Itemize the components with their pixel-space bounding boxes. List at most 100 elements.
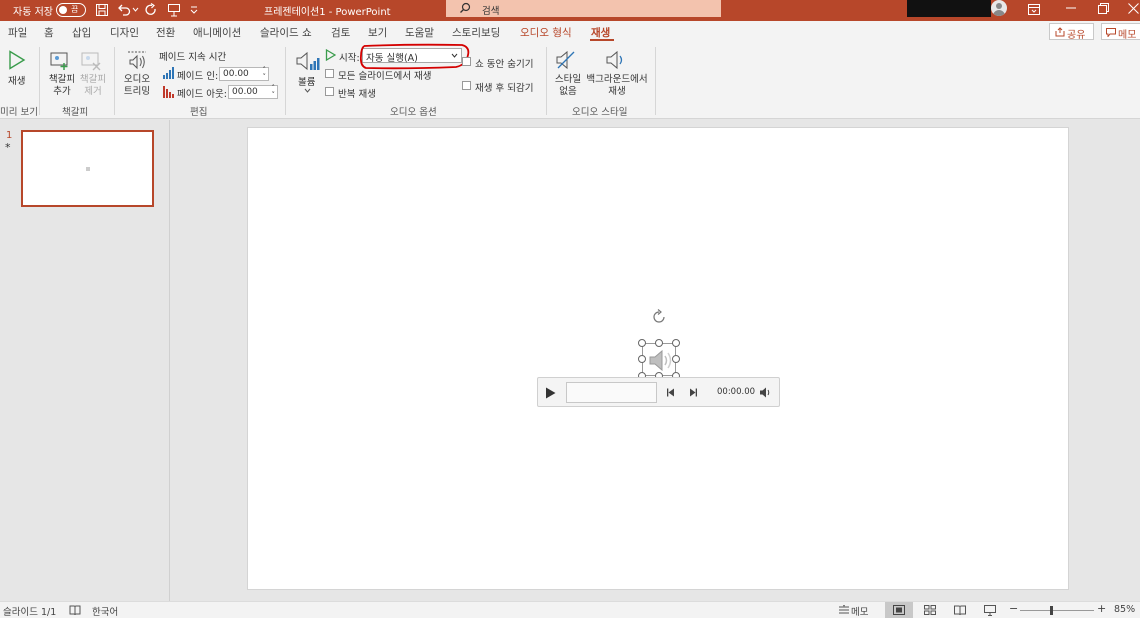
- audio-trim-button[interactable]: 오디오 트리밍: [121, 74, 153, 98]
- search-box[interactable]: 검색: [446, 0, 721, 17]
- tab-file[interactable]: 파일: [8, 25, 27, 40]
- save-icon[interactable]: [95, 3, 109, 17]
- fade-duration-label: 페이드 지속 시간: [159, 52, 227, 63]
- volume-dropdown-icon[interactable]: [304, 88, 311, 93]
- tab-insert[interactable]: 삽입: [72, 25, 91, 40]
- tab-audio-format[interactable]: 오디오 형식: [520, 25, 572, 40]
- play-in-background-icon[interactable]: [605, 49, 627, 71]
- fade-in-label: 페이드 인:: [177, 71, 219, 82]
- presentation-icon[interactable]: [167, 3, 181, 17]
- reading-view-icon[interactable]: [954, 605, 966, 615]
- play-across-slides-checkbox[interactable]: [325, 69, 334, 78]
- remove-bookmark-icon: [81, 52, 101, 71]
- zoom-in-button[interactable]: +: [1097, 602, 1106, 615]
- tab-animations[interactable]: 애니메이션: [193, 25, 241, 40]
- loop-label: 반복 재생: [338, 89, 376, 100]
- remove-bookmark-button: 책갈피 제거: [79, 74, 107, 97]
- accessibility-icon[interactable]: [69, 605, 81, 616]
- audio-player-bar: 00:00.00: [537, 377, 780, 407]
- play-in-background-button[interactable]: 백그라운드에서 재생: [585, 74, 649, 98]
- bookmarks-group-label: 책갈피: [62, 107, 89, 118]
- resize-handle[interactable]: [638, 339, 646, 347]
- normal-view-button[interactable]: [885, 602, 913, 618]
- undo-icon[interactable]: [117, 3, 131, 17]
- ribbon-playback: 재생 미리 보기 책갈피 추가 책갈피 제거 책갈피 오디오 트리밍 페이드 지…: [0, 43, 1140, 119]
- hide-during-show-label: 쇼 동안 숨기기: [475, 59, 534, 70]
- undo-dropdown-icon[interactable]: [132, 6, 139, 13]
- search-icon: [460, 2, 471, 13]
- animation-marker: *: [5, 141, 11, 154]
- memo-button[interactable]: 메모: [1101, 23, 1140, 41]
- spinner-arrows-icon[interactable]: ˄ ˅: [263, 67, 267, 81]
- resize-handle[interactable]: [638, 355, 646, 363]
- rotate-handle-icon[interactable]: [650, 308, 668, 326]
- minimize-icon[interactable]: [1066, 7, 1076, 9]
- play-icon[interactable]: [545, 387, 556, 399]
- audio-trim-icon[interactable]: [126, 49, 148, 71]
- no-style-button[interactable]: 스타일 없음: [552, 74, 584, 98]
- avatar[interactable]: [991, 0, 1007, 16]
- search-placeholder: 검색: [482, 6, 500, 17]
- slide-count: 슬라이드 1/1: [3, 607, 57, 618]
- close-icon[interactable]: [1128, 3, 1139, 14]
- add-bookmark-button[interactable]: 책갈피 추가: [47, 74, 77, 98]
- resize-handle[interactable]: [672, 339, 680, 347]
- zoom-slider-thumb[interactable]: [1050, 606, 1053, 615]
- rewind-after-playing-checkbox[interactable]: [462, 81, 471, 90]
- slide-sorter-icon[interactable]: [924, 605, 936, 615]
- tab-transitions[interactable]: 전환: [156, 25, 175, 40]
- share-icon: [1055, 27, 1065, 37]
- tab-storyboarding[interactable]: 스토리보딩: [452, 25, 500, 40]
- zoom-level[interactable]: 85%: [1114, 604, 1135, 615]
- spinner-arrows-icon[interactable]: ˄ ˅: [272, 85, 276, 99]
- skip-back-icon[interactable]: [667, 388, 675, 397]
- restore-icon[interactable]: [1098, 3, 1109, 14]
- tab-home[interactable]: 홈: [44, 25, 54, 40]
- fade-out-label: 페이드 아웃:: [177, 89, 227, 100]
- resize-handle[interactable]: [655, 339, 663, 347]
- tab-design[interactable]: 디자인: [110, 25, 139, 40]
- tab-view[interactable]: 보기: [368, 25, 387, 40]
- resize-handle[interactable]: [672, 355, 680, 363]
- thumbnail-audio-icon: [86, 167, 90, 171]
- start-trigger-icon: [325, 49, 336, 61]
- red-annotation-outline: [359, 43, 470, 70]
- loop-checkbox[interactable]: [325, 87, 334, 96]
- audio-progress-track[interactable]: [566, 382, 657, 403]
- tab-slideshow[interactable]: 슬라이드 쇼: [260, 25, 312, 40]
- tab-playback[interactable]: 재생: [591, 25, 610, 40]
- skip-forward-icon[interactable]: [689, 388, 697, 397]
- redo-icon[interactable]: [144, 3, 158, 17]
- language-indicator[interactable]: 한국어: [92, 604, 118, 618]
- tab-help[interactable]: 도움말: [405, 25, 434, 40]
- notes-button[interactable]: 메모: [851, 604, 868, 618]
- slide-canvas[interactable]: 00:00.00: [247, 127, 1069, 590]
- editing-group-label: 편집: [190, 107, 208, 118]
- fade-in-spinner[interactable]: 00.00 ˄ ˅: [219, 67, 269, 81]
- fade-out-icon: [163, 86, 174, 98]
- speaker-icon: [649, 349, 672, 372]
- fade-out-spinner[interactable]: 00.00 ˄ ˅: [228, 85, 278, 99]
- share-button[interactable]: 공유: [1049, 23, 1094, 41]
- tab-review[interactable]: 검토: [331, 25, 350, 40]
- volume-icon[interactable]: [296, 50, 320, 72]
- add-bookmark-icon[interactable]: [50, 51, 72, 71]
- mute-icon[interactable]: [759, 387, 771, 398]
- zoom-slider[interactable]: [1020, 606, 1094, 615]
- hide-during-show-checkbox[interactable]: [462, 57, 471, 66]
- customize-toolbar-icon[interactable]: [190, 5, 198, 14]
- slideshow-view-icon[interactable]: [984, 605, 996, 616]
- fade-out-value: 00.00: [232, 87, 258, 97]
- slide-thumbnail[interactable]: [21, 130, 154, 207]
- ribbon-display-options-icon[interactable]: [1028, 4, 1040, 15]
- preview-play-button[interactable]: 재생: [8, 73, 25, 87]
- no-style-icon[interactable]: [555, 49, 577, 71]
- autosave-toggle[interactable]: 끔: [56, 3, 86, 17]
- memo-label: 메모: [1118, 30, 1137, 41]
- volume-button[interactable]: 볼륨: [298, 74, 315, 88]
- audio-time: 00:00.00: [717, 387, 756, 397]
- zoom-out-button[interactable]: −: [1009, 602, 1018, 615]
- audio-styles-group-label: 오디오 스타일: [572, 107, 628, 118]
- notes-icon[interactable]: [838, 605, 850, 616]
- play-icon[interactable]: [8, 50, 26, 70]
